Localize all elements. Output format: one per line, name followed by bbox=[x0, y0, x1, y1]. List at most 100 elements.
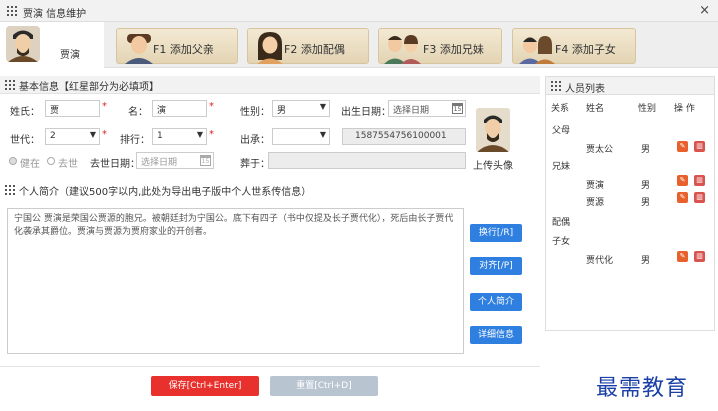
group-parents: 父母 bbox=[552, 126, 571, 136]
section-grid-icon bbox=[5, 80, 15, 90]
member-name: 贾演 bbox=[586, 181, 605, 191]
death-date-placeholder: 选择日期 bbox=[141, 158, 178, 168]
death-date-input[interactable]: 选择日期 15 bbox=[136, 152, 214, 169]
death-date-label: 去世日期： bbox=[90, 159, 140, 170]
rank-label: 排行： bbox=[120, 135, 150, 146]
reset-button[interactable]: 重置[Ctrl+D] bbox=[270, 376, 378, 396]
add-sibling-label: F3 添加兄妹 bbox=[423, 43, 484, 56]
upload-avatar-label[interactable]: 上传头像 bbox=[473, 157, 513, 172]
delete-icon[interactable]: ▥ bbox=[694, 192, 705, 203]
birth-date-input[interactable]: 选择日期 15 bbox=[388, 100, 466, 117]
list-item[interactable]: 贾源 男 ✎ ▥ bbox=[546, 192, 714, 208]
chevron-down-icon: ▼ bbox=[89, 130, 96, 139]
chevron-down-icon: ▼ bbox=[196, 130, 203, 139]
alive-radio[interactable] bbox=[9, 157, 17, 165]
group-spouse: 配偶 bbox=[552, 218, 571, 228]
add-spouse-label: F2 添加配偶 bbox=[284, 43, 345, 56]
edit-icon[interactable]: ✎ bbox=[677, 251, 688, 262]
member-list-title: 人员列表 bbox=[565, 84, 605, 95]
bio-title: 个人简介（建议500字以内,此处为导出电子版中个人世系传信息） bbox=[19, 187, 312, 198]
member-gender: 男 bbox=[641, 256, 651, 266]
birth-date-label: 出生日期： bbox=[341, 107, 391, 118]
delete-icon[interactable]: ▥ bbox=[694, 141, 705, 152]
delete-icon[interactable]: ▥ bbox=[694, 175, 705, 186]
basic-info-header: 基本信息【红星部分为必填项】 bbox=[0, 76, 540, 94]
surname-label: 姓氏： bbox=[10, 107, 40, 118]
calendar-icon[interactable]: 15 bbox=[452, 103, 463, 114]
deceased-label: 去世 bbox=[58, 159, 78, 170]
divider bbox=[0, 366, 540, 367]
member-gender: 男 bbox=[641, 198, 651, 208]
required-mark: * bbox=[209, 101, 214, 112]
column-name: 姓名 bbox=[586, 104, 605, 114]
details-button[interactable]: 详细信息 bbox=[470, 326, 522, 344]
chevron-down-icon: ▼ bbox=[319, 102, 326, 111]
generation-value: 2 bbox=[50, 131, 56, 141]
gender-value: 男 bbox=[277, 106, 287, 116]
title-bar: 贾演 信息维护 × bbox=[0, 0, 718, 22]
line-break-button[interactable]: 换行[/R] bbox=[470, 224, 522, 242]
edit-icon[interactable]: ✎ bbox=[677, 141, 688, 152]
member-list-columns: 关系 姓名 性别 操 作 bbox=[546, 97, 714, 115]
current-person-tab[interactable]: 贾演 bbox=[0, 22, 104, 68]
column-relation: 关系 bbox=[551, 104, 570, 114]
succession-select[interactable]: ▼ bbox=[272, 128, 330, 145]
close-icon[interactable]: × bbox=[699, 3, 710, 18]
add-child-button[interactable]: F4 添加子女 bbox=[512, 28, 636, 64]
member-gender: 男 bbox=[641, 145, 651, 155]
succession-label: 出承： bbox=[240, 135, 270, 146]
children-icon bbox=[519, 36, 555, 64]
generation-label: 世代： bbox=[10, 135, 40, 146]
add-father-button[interactable]: F1 添加父亲 bbox=[116, 28, 238, 64]
burial-input[interactable] bbox=[268, 152, 466, 169]
profile-button[interactable]: 个人简介 bbox=[470, 293, 522, 311]
generation-select[interactable]: 2 ▼ bbox=[45, 128, 100, 145]
column-gender: 性别 bbox=[638, 104, 657, 114]
burial-label: 葬于： bbox=[240, 159, 270, 170]
app-grid-icon bbox=[7, 6, 17, 16]
save-button[interactable]: 保存[Ctrl+Enter] bbox=[151, 376, 259, 396]
deceased-radio[interactable] bbox=[47, 157, 55, 165]
member-list-header: 人员列表 bbox=[546, 77, 714, 95]
align-button[interactable]: 对齐[/P] bbox=[470, 257, 522, 275]
add-sibling-button[interactable]: F3 添加兄妹 bbox=[378, 28, 502, 64]
given-name-input[interactable]: 演 bbox=[152, 100, 207, 117]
person-name: 贾演 bbox=[60, 50, 80, 61]
gender-select[interactable]: 男 ▼ bbox=[272, 100, 330, 117]
add-spouse-button[interactable]: F2 添加配偶 bbox=[247, 28, 369, 64]
father-icon bbox=[125, 34, 153, 64]
given-name-label: 名： bbox=[128, 107, 148, 118]
add-father-label: F1 添加父亲 bbox=[153, 43, 214, 56]
spouse-icon bbox=[257, 32, 283, 64]
list-item[interactable]: 贾演 男 ✎ ▥ bbox=[546, 175, 714, 191]
gender-label: 性别： bbox=[240, 107, 270, 118]
person-avatar bbox=[6, 26, 40, 62]
birth-date-placeholder: 选择日期 bbox=[393, 106, 430, 116]
required-mark: * bbox=[102, 129, 107, 140]
chevron-down-icon: ▼ bbox=[319, 130, 326, 139]
member-list-panel: 人员列表 关系 姓名 性别 操 作 父母 贾太公 男 ✎ ▥ 兄妹 贾演 男 ✎… bbox=[545, 76, 715, 331]
relation-toolbar: 贾演 F1 添加父亲 F2 添加配偶 F3 添加兄妹 F4 添加子女 bbox=[0, 22, 718, 68]
edit-icon[interactable]: ✎ bbox=[677, 175, 688, 186]
rank-select[interactable]: 1 ▼ bbox=[152, 128, 207, 145]
bio-header: 个人简介（建议500字以内,此处为导出电子版中个人世系传信息） bbox=[0, 181, 465, 199]
member-name: 贾代化 bbox=[586, 256, 614, 266]
window-title: 贾演 信息维护 bbox=[23, 9, 87, 20]
list-item[interactable]: 贾太公 男 ✎ ▥ bbox=[546, 139, 714, 155]
member-name: 贾太公 bbox=[586, 145, 614, 155]
upload-avatar-image[interactable] bbox=[476, 108, 510, 152]
section-grid-icon bbox=[5, 185, 15, 195]
person-code-field: 1587554756100001 bbox=[342, 128, 466, 145]
member-name: 贾源 bbox=[586, 198, 605, 208]
group-children: 子女 bbox=[552, 237, 571, 247]
edit-icon[interactable]: ✎ bbox=[677, 192, 688, 203]
rank-value: 1 bbox=[157, 131, 163, 141]
delete-icon[interactable]: ▥ bbox=[694, 251, 705, 262]
bio-textarea[interactable]: 宁国公 贾演是荣国公贾源的胞兄。被朝廷封为宁国公。底下有四子（书中仅提及长子贾代… bbox=[7, 208, 464, 354]
alive-label: 健在 bbox=[20, 159, 40, 170]
column-actions: 操 作 bbox=[674, 104, 695, 114]
member-gender: 男 bbox=[641, 181, 651, 191]
calendar-icon[interactable]: 15 bbox=[200, 155, 211, 166]
surname-input[interactable]: 贾 bbox=[45, 100, 100, 117]
list-item[interactable]: 贾代化 男 ✎ ▥ bbox=[546, 250, 714, 266]
